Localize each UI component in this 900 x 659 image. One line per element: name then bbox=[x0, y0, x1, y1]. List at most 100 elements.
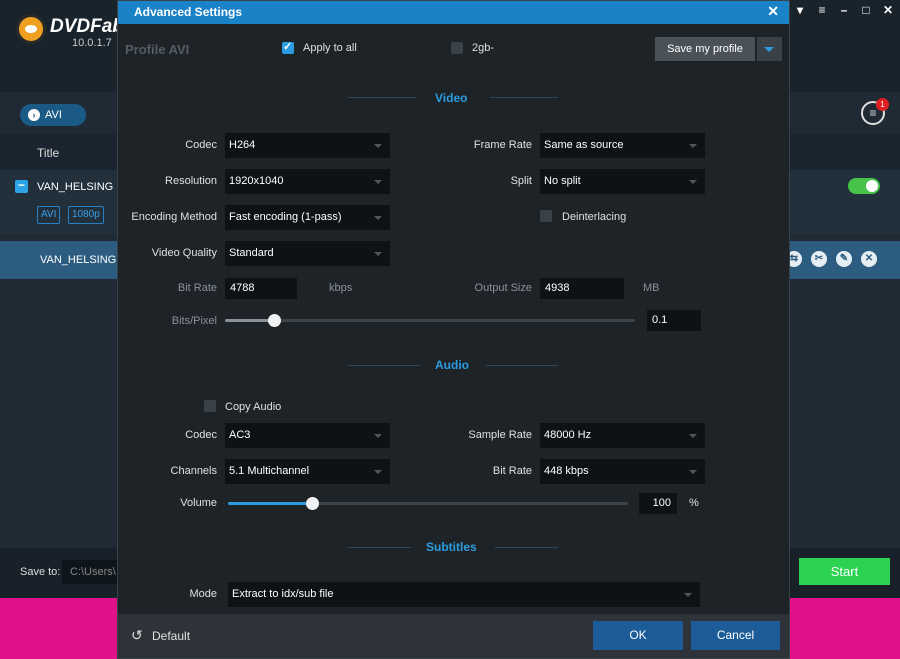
dialog-close-icon[interactable]: ✕ bbox=[767, 3, 779, 20]
maximize-icon[interactable]: □ bbox=[858, 3, 874, 17]
output-size-input[interactable]: 4938 bbox=[540, 278, 624, 299]
cancel-button[interactable]: Cancel bbox=[691, 621, 780, 650]
caret-down-icon bbox=[374, 434, 382, 438]
split-value: No split bbox=[544, 175, 581, 187]
selected-row-title: VAN_HELSING bbox=[40, 254, 117, 266]
format-tag[interactable]: AVI bbox=[37, 206, 61, 224]
title-toggle[interactable] bbox=[848, 178, 880, 194]
resolution-label: Resolution bbox=[165, 175, 217, 187]
save-to-label: Save to: bbox=[20, 566, 61, 578]
deinterlacing-label: Deinterlacing bbox=[562, 211, 627, 223]
audio-bitrate-dropdown[interactable]: 448 kbps bbox=[540, 459, 705, 484]
remove-icon[interactable]: ✕ bbox=[861, 251, 877, 267]
sample-rate-dropdown[interactable]: 48000 Hz bbox=[540, 423, 705, 448]
edit-icon[interactable]: ✎ bbox=[836, 251, 852, 267]
default-button[interactable]: Default bbox=[152, 629, 190, 643]
volume-fill bbox=[228, 502, 312, 505]
dialog-footer bbox=[118, 614, 789, 658]
ok-button[interactable]: OK bbox=[593, 621, 683, 650]
advanced-settings-dialog: Advanced Settings ✕ Profile AVI Apply to… bbox=[117, 0, 790, 659]
task-list-icon[interactable]: ≡ 1 bbox=[861, 98, 889, 125]
profile-pill-button[interactable]: › AVI bbox=[20, 104, 86, 126]
audio-divider-left bbox=[348, 365, 420, 366]
channels-dropdown[interactable]: 5.1 Multichannel bbox=[225, 459, 390, 484]
subtitles-section-title: Subtitles bbox=[426, 540, 477, 554]
caret-down-icon bbox=[374, 144, 382, 148]
bits-pixel-fill bbox=[225, 319, 275, 322]
subtitles-divider-right bbox=[495, 547, 558, 548]
undo-icon[interactable]: ↺ bbox=[131, 627, 143, 644]
video-bitrate-input[interactable]: 4788 bbox=[225, 278, 297, 299]
save-path-input[interactable]: C:\Users\ bbox=[62, 560, 122, 584]
volume-input[interactable]: 100 bbox=[639, 493, 677, 514]
dropdown-icon[interactable]: ▾ bbox=[792, 3, 808, 17]
video-codec-label: Codec bbox=[185, 139, 217, 151]
output-size-label: Output Size bbox=[474, 282, 532, 294]
bits-pixel-input[interactable]: 0.1 bbox=[647, 310, 701, 331]
subtitle-mode-dropdown[interactable]: Extract to idx/sub file bbox=[228, 582, 700, 607]
caret-down-icon bbox=[684, 593, 692, 597]
split-label: Split bbox=[510, 175, 532, 187]
deinterlacing-checkbox[interactable] bbox=[540, 210, 552, 222]
copy-audio-checkbox[interactable] bbox=[204, 400, 216, 412]
title-column-header: Title bbox=[37, 146, 60, 160]
profile-label: Profile AVI bbox=[125, 42, 190, 57]
profile-dropdown-icon[interactable] bbox=[757, 37, 782, 61]
video-bitrate-unit: kbps bbox=[329, 282, 353, 294]
channels-label: Channels bbox=[170, 465, 217, 477]
video-quality-dropdown[interactable]: Standard bbox=[225, 241, 390, 266]
encoding-method-dropdown[interactable]: Fast encoding (1-pass) bbox=[225, 205, 390, 230]
close-icon[interactable]: ✕ bbox=[880, 3, 896, 17]
bits-pixel-slider[interactable] bbox=[225, 314, 635, 327]
volume-unit: % bbox=[689, 497, 699, 509]
2gb-label: 2gb- bbox=[472, 42, 495, 54]
apply-to-all-label: Apply to all bbox=[303, 42, 357, 54]
apply-to-all-checkbox[interactable] bbox=[282, 40, 294, 54]
caret-down-icon bbox=[374, 470, 382, 474]
encoding-method-value: Fast encoding (1-pass) bbox=[229, 211, 342, 223]
audio-codec-value: AC3 bbox=[229, 429, 251, 441]
collapse-checkbox[interactable]: − bbox=[15, 179, 28, 193]
channels-value: 5.1 Multichannel bbox=[229, 465, 310, 477]
encoding-method-label: Encoding Method bbox=[131, 211, 217, 223]
video-codec-value: H264 bbox=[229, 139, 256, 151]
sample-rate-value: 48000 Hz bbox=[544, 429, 592, 441]
volume-label: Volume bbox=[180, 497, 217, 509]
caret-down-icon bbox=[689, 180, 697, 184]
audio-bitrate-value: 448 kbps bbox=[544, 465, 589, 477]
dvdfab-logo-icon bbox=[16, 14, 46, 44]
frame-rate-label: Frame Rate bbox=[473, 139, 532, 151]
video-divider-left bbox=[348, 97, 416, 98]
app-brand: DVDFab bbox=[50, 16, 124, 37]
video-codec-dropdown[interactable]: H264 bbox=[225, 133, 390, 158]
arrow-right-icon: › bbox=[28, 109, 40, 121]
cut-icon[interactable]: ✂ bbox=[811, 251, 827, 267]
bits-pixel-label: Bits/Pixel bbox=[171, 315, 217, 327]
menu-icon[interactable]: ≡ bbox=[814, 3, 830, 17]
volume-slider[interactable] bbox=[228, 497, 628, 510]
frame-rate-value: Same as source bbox=[544, 139, 624, 151]
volume-thumb[interactable] bbox=[306, 497, 319, 510]
subtitle-mode-label: Mode bbox=[189, 588, 217, 600]
video-quality-value: Standard bbox=[229, 247, 274, 259]
caret-down-icon bbox=[374, 252, 382, 256]
start-button[interactable]: Start bbox=[799, 558, 890, 585]
audio-bitrate-label: Bit Rate bbox=[492, 465, 532, 477]
split-dropdown[interactable]: No split bbox=[540, 169, 705, 194]
resolution-tag[interactable]: 1080p bbox=[68, 206, 104, 224]
2gb-checkbox[interactable] bbox=[451, 42, 463, 54]
video-section-title: Video bbox=[435, 91, 468, 105]
resolution-dropdown[interactable]: 1920x1040 bbox=[225, 169, 390, 194]
profile-pill-label: AVI bbox=[45, 109, 62, 121]
row-actions: ⇆ ✂ ✎ ✕ bbox=[786, 251, 877, 267]
audio-section-title: Audio bbox=[435, 358, 469, 372]
caret-down-icon bbox=[374, 216, 382, 220]
audio-codec-dropdown[interactable]: AC3 bbox=[225, 423, 390, 448]
frame-rate-dropdown[interactable]: Same as source bbox=[540, 133, 705, 158]
title-name: VAN_HELSING bbox=[37, 181, 114, 193]
save-profile-button[interactable]: Save my profile bbox=[655, 37, 755, 61]
window-controls: ▾ ≡ – □ ✕ bbox=[792, 3, 896, 17]
minimize-icon[interactable]: – bbox=[836, 3, 852, 17]
video-quality-label: Video Quality bbox=[151, 247, 217, 259]
notification-badge: 1 bbox=[876, 98, 889, 111]
